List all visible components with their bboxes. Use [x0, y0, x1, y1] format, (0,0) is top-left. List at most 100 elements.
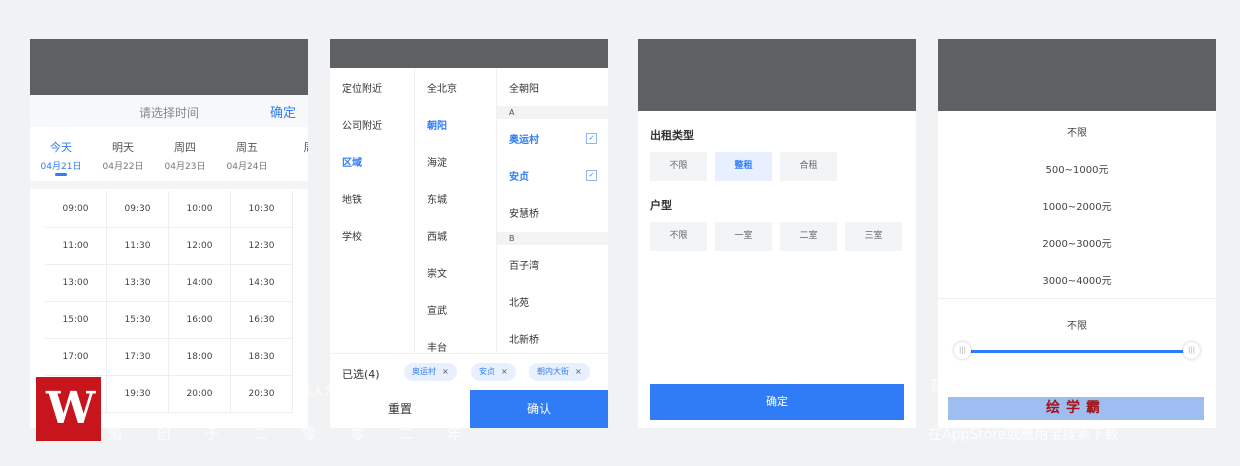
- header-bar: [30, 39, 308, 95]
- time-slot[interactable]: 09:00: [45, 191, 107, 228]
- district-item[interactable]: 海淀: [427, 154, 447, 169]
- range-label: 不限: [1067, 321, 1087, 332]
- price-range-track[interactable]: [962, 350, 1192, 353]
- rent-type-panel: 出租类型 不限 整租 合租 户型 不限 一室 二室 三室 确定: [638, 39, 916, 428]
- price-panel: 不限 500~1000元 1000~2000元 2000~3000元 3000~4000…: [938, 39, 1216, 428]
- watermark-text: 以人为: [300, 384, 337, 398]
- rent-type-option[interactable]: 合租: [780, 152, 837, 181]
- price-option[interactable]: 2000~3000元: [938, 235, 1216, 250]
- district-item[interactable]: 全北京: [427, 80, 457, 95]
- tag-label: 朝内大街: [537, 367, 569, 376]
- day-tab[interactable]: 周四 04月23日: [154, 139, 216, 172]
- room-type-option[interactable]: 不限: [650, 222, 707, 251]
- time-slot[interactable]: 13:30: [107, 265, 169, 302]
- selected-count: 已选(4): [342, 368, 380, 381]
- check-icon[interactable]: ✓: [586, 170, 597, 181]
- rent-type-option[interactable]: 不限: [650, 152, 707, 181]
- remove-icon[interactable]: ×: [442, 367, 449, 376]
- range-min-handle[interactable]: |||: [954, 342, 971, 359]
- time-slot[interactable]: 15:00: [45, 302, 107, 339]
- alpha-index: A: [497, 106, 608, 119]
- time-slot[interactable]: 12:30: [231, 228, 293, 265]
- confirm-button[interactable]: 确定: [270, 102, 296, 121]
- district-item[interactable]: 朝阳: [427, 117, 447, 132]
- district-item[interactable]: 崇文: [427, 265, 447, 280]
- district-item[interactable]: 东城: [427, 191, 447, 206]
- time-slot[interactable]: 18:30: [231, 339, 293, 376]
- district-item[interactable]: 宣武: [427, 302, 447, 317]
- confirm-button[interactable]: 确认: [470, 390, 608, 428]
- price-option[interactable]: 3000~4000元: [938, 272, 1216, 287]
- price-option[interactable]: 500~1000元: [938, 161, 1216, 176]
- time-slot[interactable]: 16:30: [231, 302, 293, 339]
- logo-mark-icon: W: [46, 383, 96, 434]
- category-item[interactable]: 区域: [342, 154, 362, 169]
- time-slot[interactable]: 15:30: [107, 302, 169, 339]
- area-item[interactable]: 奥运村: [509, 131, 539, 146]
- time-slot[interactable]: 17:00: [45, 339, 107, 376]
- range-max-handle[interactable]: |||: [1183, 342, 1200, 359]
- watermark-text: 在AppStore或應用宝搜索下载: [928, 427, 1119, 443]
- time-slot[interactable]: 16:00: [169, 302, 231, 339]
- divider: [938, 298, 1216, 299]
- day-tab[interactable]: 周五 04月24日: [216, 139, 278, 172]
- district-column: 全北京朝阳海淀东城西城崇文宣武丰台: [414, 68, 497, 354]
- day-tab[interactable]: 明天 04月22日: [92, 139, 154, 172]
- reset-button[interactable]: 重置: [330, 390, 470, 428]
- room-type-option[interactable]: 二室: [780, 222, 837, 251]
- district-item[interactable]: 西城: [427, 228, 447, 243]
- room-type-option[interactable]: 一室: [715, 222, 772, 251]
- area-item[interactable]: 安慧桥: [509, 205, 539, 220]
- time-slot[interactable]: 18:00: [169, 339, 231, 376]
- day-week: 明天: [112, 141, 134, 154]
- time-slot[interactable]: 17:30: [107, 339, 169, 376]
- remove-icon[interactable]: ×: [575, 367, 582, 376]
- time-slot[interactable]: 12:00: [169, 228, 231, 265]
- time-slot[interactable]: 14:30: [231, 265, 293, 302]
- confirm-button[interactable]: 确定: [650, 384, 904, 420]
- category-item[interactable]: 地铁: [342, 191, 362, 206]
- day-tab[interactable]: 今天 04月21日: [30, 139, 92, 172]
- selected-tag[interactable]: 奥运村 ×: [404, 363, 457, 381]
- time-slot[interactable]: 13:00: [45, 265, 107, 302]
- category-item[interactable]: 公司附近: [342, 117, 382, 132]
- time-slot[interactable]: 09:30: [107, 191, 169, 228]
- time-slot[interactable]: 10:00: [169, 191, 231, 228]
- price-option[interactable]: 不限: [938, 124, 1216, 139]
- time-slot[interactable]: 20:30: [231, 376, 293, 413]
- category-item[interactable]: 定位附近: [342, 80, 382, 95]
- rent-type-option[interactable]: 整租: [715, 152, 772, 181]
- area-item[interactable]: 北苑: [509, 294, 529, 309]
- remove-icon[interactable]: ×: [501, 367, 508, 376]
- day-tabs: 今天 04月21日 明天 04月22日 周四 04月23日 周五 04月24日周: [30, 135, 308, 179]
- time-slot[interactable]: 11:30: [107, 228, 169, 265]
- day-tab[interactable]: 周: [278, 139, 309, 159]
- area-item[interactable]: 百子湾: [509, 257, 539, 272]
- selected-tag[interactable]: 安贞 ×: [471, 363, 516, 381]
- time-slot[interactable]: 11:00: [45, 228, 107, 265]
- category-column: 定位附近公司附近区域地铁学校: [330, 68, 414, 353]
- time-slot[interactable]: 20:00: [169, 376, 231, 413]
- time-slot[interactable]: 19:30: [107, 376, 169, 413]
- area-item[interactable]: 北新桥: [509, 331, 539, 346]
- day-week: 周四: [174, 141, 196, 154]
- time-picker-title: 请选择时间: [138, 106, 199, 120]
- header-bar: [938, 39, 1216, 111]
- day-date: 04月23日: [164, 162, 206, 172]
- selected-tag[interactable]: 朝内大街 ×: [529, 363, 590, 381]
- area-item[interactable]: 全朝阳: [509, 80, 539, 95]
- watermark-text: 获得更多免费精品教程: [930, 379, 1150, 395]
- active-day-indicator: [55, 173, 67, 176]
- time-picker-header: 请选择时间 确定: [30, 95, 308, 127]
- district-item[interactable]: 丰台: [427, 339, 447, 354]
- area-item[interactable]: 安贞: [509, 168, 529, 183]
- check-icon[interactable]: ✓: [586, 133, 597, 144]
- room-type-option[interactable]: 三室: [845, 222, 902, 251]
- time-slot[interactable]: 14:00: [169, 265, 231, 302]
- alpha-index: B: [497, 232, 608, 245]
- time-slot[interactable]: 10:30: [231, 191, 293, 228]
- day-date: 04月21日: [40, 162, 82, 172]
- category-item[interactable]: 学校: [342, 228, 362, 243]
- room-type-title: 户型: [650, 199, 672, 212]
- price-option[interactable]: 1000~2000元: [938, 198, 1216, 213]
